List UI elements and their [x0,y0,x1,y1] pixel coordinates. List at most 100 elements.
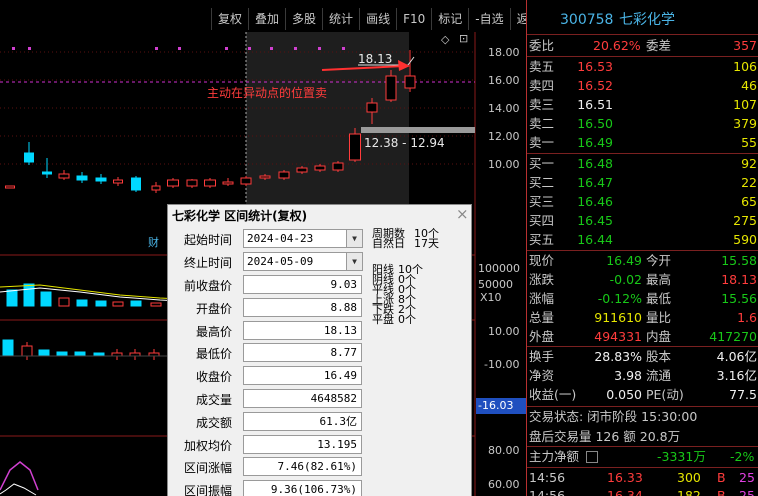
limit-marker [294,47,297,50]
ask-row[interactable]: 卖一 16.49 55 [527,133,758,153]
dialog-title: 七彩化学 区间统计(复权) [172,209,308,223]
dialog-close-icon[interactable]: × [456,205,469,223]
divider [527,34,758,35]
indicator-bar [21,345,33,357]
toolbar-watchlist-button[interactable]: -自选 [468,8,509,30]
volume-bar [95,300,107,307]
stat-label: 成交额 [195,415,232,430]
price-axis-label: 16.00 [488,74,520,87]
ask-row[interactable]: 卖三 16.51 107 [527,95,758,115]
indicator-bar [74,351,86,357]
period-label: 自然日 [372,237,405,250]
candle-body [24,152,34,163]
indicator-axis-label: 10.00 [488,325,520,338]
quote-stat-row: 涨幅 -0.12% 最低 15.56 [529,291,757,306]
candle-body [167,179,179,187]
volume-bar [58,297,70,307]
start-date-select[interactable]: 2024-04-23 ▼ [243,229,363,248]
stat-value-field[interactable]: 61.3亿 [243,411,362,431]
indicator-bar [2,339,14,357]
end-date-select[interactable]: 2024-05-09 ▼ [243,252,363,271]
annotation-text: 主动在异动点的位置卖 [207,86,328,100]
candle-body [113,179,123,184]
volume-bar [76,299,88,307]
limit-marker [248,47,251,50]
price-axis-label: 12.00 [488,130,520,143]
stat-value-field[interactable]: 7.46(82.61%) [243,457,362,477]
quote-stat-row: 涨跌 -0.02 最高 18.13 [529,272,757,287]
quote-stat-row: 现价 16.49 今开 15.58 [529,253,757,268]
candle-body [42,171,52,175]
toolbar-mark-button[interactable]: 标记 [431,8,468,30]
start-time-label: 起始时间 [183,233,232,247]
candle-body [366,102,378,113]
interval-statistics-dialog: 七彩化学 区间统计(复权) × 起始时间 2024-04-23 ▼ 终止时间 20… [167,204,472,496]
candle-count-value: 0个 [398,313,416,326]
indicator-current-value: -16.03 [476,398,526,414]
bid-row[interactable]: 买五 16.44 590 [527,230,758,250]
toolbar-f10-button[interactable]: F10 [396,8,431,30]
bottom-axis-label: 80.00 [488,444,520,457]
bid-row[interactable]: 买三 16.46 65 [527,192,758,212]
corner-box-icon[interactable]: ⊡ [459,32,468,45]
candle-body [95,177,107,182]
finance-badge[interactable]: 财 [148,234,159,250]
main-flow-grid-icon[interactable] [586,451,598,463]
stat-value-field[interactable]: 9.03 [243,275,362,294]
bid-row[interactable]: 买一 16.48 92 [527,154,758,174]
stat-value-field[interactable]: 8.88 [243,297,362,317]
stat-value-field[interactable]: 16.49 [243,366,362,386]
stat-label: 最高价 [195,324,232,339]
fundamental-row: 净资 3.98 流通 3.16亿 [529,368,757,383]
volume-bar [112,301,124,307]
ask-row[interactable]: 卖二 16.50 379 [527,114,758,134]
toolbar-statistics-button[interactable]: 统计 [322,8,359,30]
stat-value-field[interactable]: 9.36(106.73%) [243,480,362,496]
stat-value-field[interactable]: 18.13 [243,320,362,340]
chevron-down-icon[interactable]: ▼ [346,253,362,270]
candle-body [296,167,308,173]
candle-body [332,162,344,171]
weibi-row: 委比 20.62% 委差 357 [529,38,757,53]
toolbar-draw-line-button[interactable]: 画线 [359,8,396,30]
stat-value-field[interactable]: 4648582 [243,389,362,408]
candle-body [314,165,326,171]
price-axis-label: 18.00 [488,46,520,59]
stat-label: 成交量 [195,393,232,407]
stat-label: 收盘价 [195,370,232,385]
candle-body [186,179,198,187]
limit-marker [225,47,228,50]
fundamental-row: 换手 28.83% 股本 4.06亿 [529,349,757,364]
corner-diamond-icon[interactable]: ◇ [441,33,449,46]
volume-axis-label: 100000 [478,262,520,275]
quote-header: 300758 七彩化学 [527,8,758,32]
fundamental-row: 收益(一) 0.050 PE(动) 77.5 [529,387,757,402]
bid-row[interactable]: 买四 16.45 275 [527,211,758,231]
limit-marker [178,47,181,50]
divider [527,467,758,468]
candle-body [240,177,252,185]
stat-value-field[interactable]: 13.195 [243,434,362,454]
stat-value-field[interactable]: 8.77 [243,343,362,363]
ask-row[interactable]: 卖四 16.52 46 [527,76,758,96]
stat-label: 加权均价 [183,438,232,453]
candle-count-label: 平盘 [372,313,394,326]
toolbar-overlay-button[interactable]: 叠加 [248,8,285,30]
volume-bar [40,291,52,307]
ask-row[interactable]: 卖五 16.53 106 [527,57,758,77]
candle-body [404,75,416,89]
candle-body [349,133,361,161]
toolbar-multi-stock-button[interactable]: 多股 [285,8,322,30]
bid-row[interactable]: 买二 16.47 22 [527,173,758,193]
limit-marker [28,47,31,50]
stock-code: 300758 [560,12,614,28]
chart-toolbar: 复权 叠加 多股 统计 画线 F10 标记 -自选 返回 [211,8,548,30]
trade-status: 交易状态: 闭市阶段 15:30:00 [529,409,698,424]
candle-body [259,175,271,179]
chevron-down-icon[interactable]: ▼ [346,230,362,247]
toolbar-fuquan-button[interactable]: 复权 [211,8,248,30]
after-hours-volume: 盘后交易量 126 额 20.8万 [529,429,681,444]
volume-bar [130,300,142,307]
candle-body [204,179,216,187]
candle-body [76,175,88,181]
